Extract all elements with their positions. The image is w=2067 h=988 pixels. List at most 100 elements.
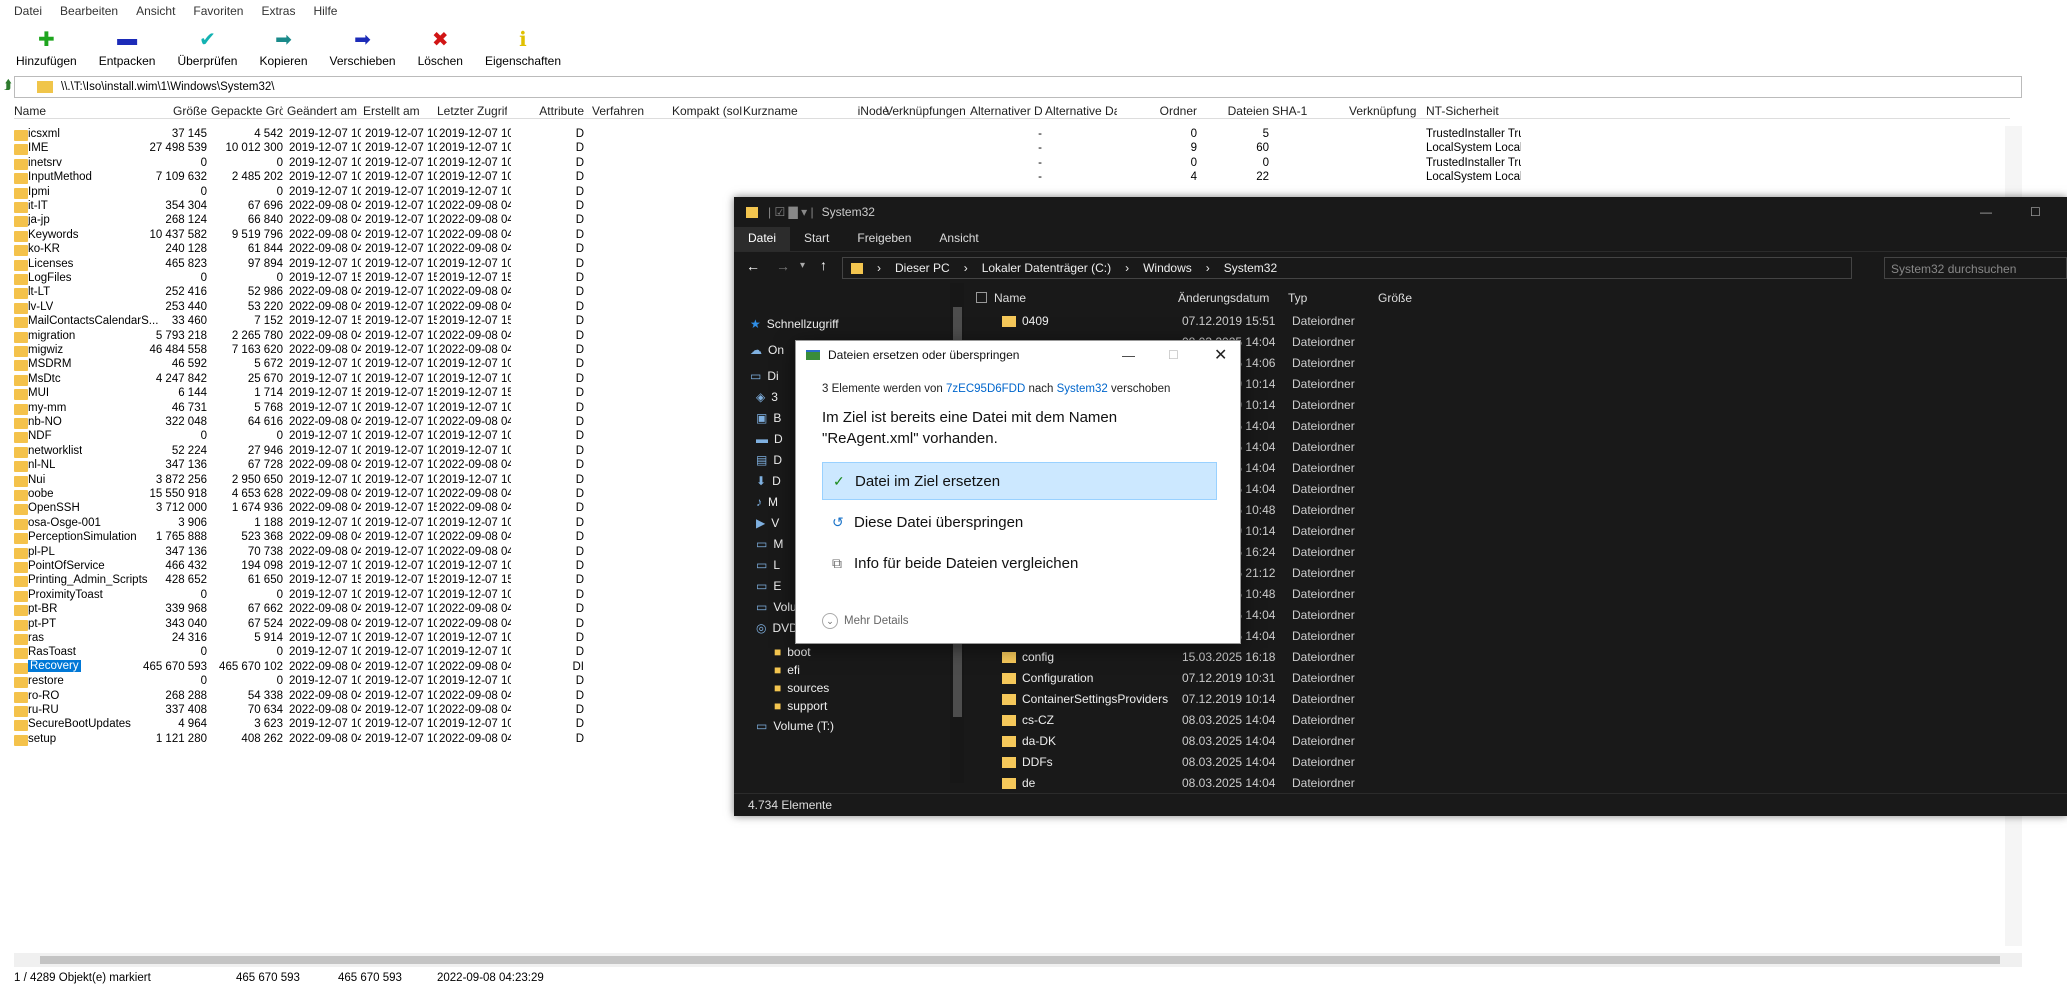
maximize-icon[interactable]: ☐ [2030, 205, 2041, 219]
nav-item[interactable]: ■ boot [774, 645, 811, 659]
menu-extras[interactable]: Extras [261, 4, 295, 18]
address-bar[interactable]: \\.\T:\Iso\install.wim\1\Windows\System3… [14, 76, 2022, 98]
nav-item[interactable]: ▭ E [756, 579, 781, 593]
ribbon-tab-ansicht[interactable]: Ansicht [925, 227, 992, 251]
column-header-18[interactable]: NT-Sicherheit [1426, 104, 1521, 118]
up-icon[interactable]: ↑ [820, 257, 827, 273]
cell-cre: 2019-12-07 10:14 [365, 718, 437, 731]
horizontal-scrollbar-thumb[interactable] [40, 956, 2000, 964]
column-header-0[interactable]: Name [14, 104, 114, 118]
nav-item[interactable]: ♪ M [756, 495, 778, 509]
toolbar-verschieben-button[interactable]: ➡ Verschieben [330, 22, 396, 69]
compare-option[interactable]: ⧉ Info für beide Dateien vergleichen [822, 544, 1217, 582]
destination-link[interactable]: System32 [1057, 383, 1108, 395]
nav-item[interactable]: ■ sources [774, 681, 829, 695]
maximize-icon[interactable]: ☐ [1168, 348, 1179, 362]
search-input[interactable]: System32 durchsuchen [1884, 257, 2067, 279]
column-header-6[interactable]: Attribute [510, 104, 584, 118]
nav-item[interactable]: ▭ Volume (T:) [756, 719, 834, 733]
ribbon-tab-freigeben[interactable]: Freigeben [843, 227, 925, 251]
skip-option[interactable]: ↺ Diese Datei überspringen [822, 503, 1217, 541]
file-name: config [1022, 650, 1055, 664]
toolbar-entpacken-button[interactable]: ▬ Entpacken [99, 22, 156, 69]
toolbar-hinzufügen-button[interactable]: ✚ Hinzufügen [16, 22, 77, 69]
ribbon-tab-datei[interactable]: Datei [734, 227, 791, 251]
breadcrumb-item[interactable]: Windows [1143, 261, 1192, 275]
file-row[interactable]: config 15.03.2025 16:18 Dateiordner [966, 647, 1966, 668]
forward-icon[interactable]: → [776, 258, 790, 274]
menu-ansicht[interactable]: Ansicht [136, 4, 175, 18]
up-folder-icon[interactable]: ⮭ [4, 77, 12, 93]
nav-item[interactable]: ▬ D [756, 432, 783, 446]
column-header-12[interactable]: Alternativer Da... [970, 104, 1042, 118]
toolbar-kopieren-button[interactable]: ➡ Kopieren [259, 22, 307, 69]
column-header-15[interactable]: Dateien [1197, 104, 1269, 118]
minimize-icon[interactable]: — [1122, 348, 1135, 363]
column-header-17[interactable]: Verknüpfung [1349, 104, 1421, 118]
menu-bearbeiten[interactable]: Bearbeiten [60, 4, 118, 18]
nav-item[interactable]: ▣ B [756, 411, 781, 425]
cell-mod: 2019-12-07 10:31 [289, 560, 361, 572]
file-row[interactable]: 0409 07.12.2019 15:51 Dateiordner [966, 311, 1966, 332]
more-details-button[interactable]: ⌄ Mehr Details [822, 613, 909, 629]
explorer-column-1[interactable]: Änderungsdatum [1178, 291, 1269, 305]
minimize-icon[interactable]: — [1980, 205, 1992, 219]
explorer-column-3[interactable]: Größe [1378, 291, 1412, 305]
column-header-5[interactable]: Letzter Zugriff [437, 104, 507, 118]
column-header-9[interactable]: Kurzname [743, 104, 817, 118]
close-icon[interactable]: ✕ [1214, 345, 1227, 365]
recent-chevron-icon[interactable]: ▾ [800, 260, 805, 271]
select-all-checkbox[interactable] [976, 292, 987, 303]
file-row[interactable]: Configuration 07.12.2019 10:31 Dateiordner [966, 668, 1966, 689]
breadcrumb[interactable]: › Dieser PC › Lokaler Datenträger (C:) › Wind… [842, 257, 1852, 279]
address-text[interactable]: \\.\T:\Iso\install.wim\1\Windows\System3… [61, 81, 274, 93]
nav-item[interactable]: ☁ On [750, 343, 784, 357]
cell-name: networklist [28, 444, 83, 457]
nav-item[interactable]: ■ support [774, 699, 827, 713]
replace-option[interactable]: ✓ Datei im Ziel ersetzen [822, 462, 1217, 500]
file-row[interactable]: ContainerSettingsProviders 07.12.2019 10:… [966, 689, 1966, 710]
back-icon[interactable]: ← [746, 258, 760, 274]
column-header-4[interactable]: Erstellt am [363, 104, 435, 118]
cell-name: it-IT [28, 200, 48, 212]
nav-item[interactable]: ★ Schnellzugriff [750, 317, 839, 331]
column-header-13[interactable]: Alternative Dat... [1045, 104, 1117, 118]
breadcrumb-item[interactable]: System32 [1224, 261, 1277, 275]
breadcrumb-item[interactable]: Dieser PC [895, 261, 950, 275]
menu-favoriten[interactable]: Favoriten [193, 4, 243, 18]
nav-item[interactable]: ■ efi [774, 663, 800, 677]
quick-access-toolbar[interactable]: | ☑ ▇ ▾ | [768, 205, 814, 219]
menu-datei[interactable]: Datei [14, 4, 42, 18]
menu-hilfe[interactable]: Hilfe [313, 4, 337, 18]
source-link[interactable]: 7zEC95D6FDD [946, 383, 1025, 395]
explorer-column-0[interactable]: Name [994, 291, 1026, 305]
file-row[interactable]: da-DK 08.03.2025 14:04 Dateiordner [966, 731, 1966, 752]
column-header-1[interactable]: Größe [119, 104, 207, 118]
nav-item[interactable]: ▤ D [756, 453, 782, 467]
nav-item[interactable]: ▶ V [756, 516, 779, 530]
column-header-14[interactable]: Ordner [1117, 104, 1197, 118]
toolbar-überprüfen-button[interactable]: ✔ Überprüfen [177, 22, 237, 69]
column-header-8[interactable]: Kompakt (solid) [672, 104, 742, 118]
column-header-16[interactable]: SHA-1 [1272, 104, 1344, 118]
breadcrumb-item[interactable]: Lokaler Datenträger (C:) [982, 261, 1111, 275]
explorer-column-2[interactable]: Typ [1288, 291, 1307, 305]
file-row[interactable]: DDFs 08.03.2025 14:04 Dateiordner [966, 752, 1966, 773]
column-header-7[interactable]: Verfahren [592, 104, 670, 118]
cell-packed: 7 163 620 [231, 344, 283, 356]
nav-item[interactable]: ▭ M [756, 537, 783, 551]
toolbar-löschen-button[interactable]: ✖ Löschen [418, 22, 463, 69]
nav-item[interactable]: ▭ Di [750, 369, 779, 383]
column-header-11[interactable]: Verknüpfungen [885, 104, 965, 118]
nav-item[interactable]: ▭ L [756, 558, 780, 572]
toolbar-eigenschaften-button[interactable]: ℹ Eigenschaften [485, 22, 561, 69]
column-header-10[interactable]: iNode [819, 104, 889, 118]
cell-mod: 2022-09-08 04:15 [289, 732, 361, 745]
file-row[interactable]: de 08.03.2025 14:04 Dateiordner [966, 773, 1966, 794]
column-header-2[interactable]: Gepackte Größe [211, 104, 283, 118]
file-row[interactable]: cs-CZ 08.03.2025 14:04 Dateiordner [966, 710, 1966, 731]
ribbon-tab-start[interactable]: Start [790, 227, 843, 251]
column-header-3[interactable]: Geändert am [287, 104, 359, 118]
nav-item[interactable]: ◈ 3 [756, 390, 778, 404]
nav-item[interactable]: ⬇ D [756, 474, 781, 488]
